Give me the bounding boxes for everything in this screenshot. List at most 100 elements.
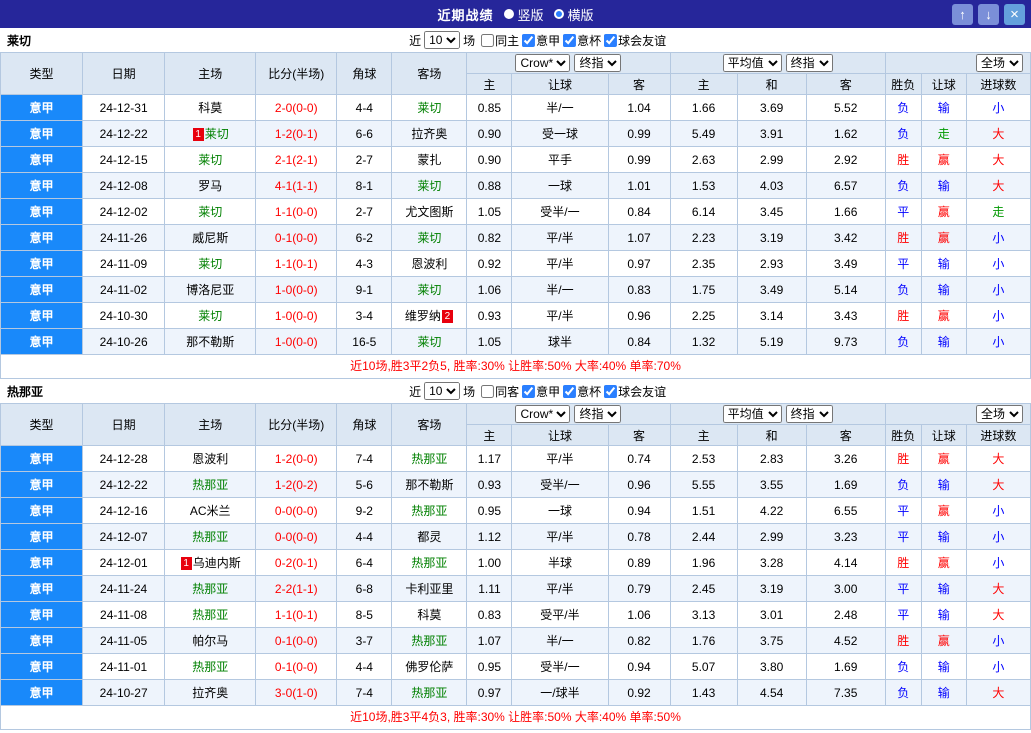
- home-team-link[interactable]: 拉齐奥: [192, 686, 228, 700]
- scroll-up-button[interactable]: ↑: [952, 3, 973, 25]
- scope-select[interactable]: 全场: [976, 54, 1023, 72]
- away-team-link[interactable]: 莱切: [417, 231, 441, 245]
- league-cell[interactable]: 意甲: [0, 302, 84, 329]
- euro-stage-select[interactable]: 终指: [785, 405, 833, 423]
- goals-result-cell: 小: [965, 523, 1031, 550]
- away-team-link[interactable]: 热那亚: [411, 634, 447, 648]
- average-select[interactable]: 平均值: [722, 54, 782, 72]
- euro-odds-cell: 3.28: [736, 549, 807, 576]
- home-team-link[interactable]: 乌迪内斯: [193, 556, 241, 570]
- handicap-result-cell: 输: [920, 328, 967, 355]
- home-team-link[interactable]: 恩波利: [192, 452, 228, 466]
- home-team-link[interactable]: 帕尔马: [192, 634, 228, 648]
- bookmaker-select[interactable]: Crow*: [515, 405, 571, 423]
- away-team-link[interactable]: 莱切: [417, 101, 441, 115]
- league-cell[interactable]: 意甲: [0, 471, 84, 498]
- match-count-select[interactable]: 10: [424, 31, 461, 49]
- home-team-link[interactable]: 热那亚: [192, 530, 228, 544]
- home-team-link[interactable]: 热那亚: [192, 608, 228, 622]
- league-cell[interactable]: 意甲: [0, 146, 84, 173]
- layout-option-horizontal[interactable]: 横版: [553, 5, 594, 24]
- away-team-link[interactable]: 热那亚: [411, 686, 447, 700]
- filter-checkbox-wrapper[interactable]: 意甲: [522, 32, 560, 49]
- wdl-result-cell: 胜: [884, 302, 922, 329]
- league-cell[interactable]: 意甲: [0, 523, 84, 550]
- column-header: 比分(半场): [255, 52, 338, 95]
- league-cell[interactable]: 意甲: [0, 549, 84, 576]
- filter-checkbox-wrapper[interactable]: 同主: [481, 32, 519, 49]
- filter-checkbox[interactable]: [481, 33, 495, 47]
- away-team-link[interactable]: 恩波利: [411, 257, 447, 271]
- filter-checkbox[interactable]: [563, 384, 577, 398]
- away-team-link[interactable]: 拉齐奥: [411, 127, 447, 141]
- away-team-link[interactable]: 热那亚: [411, 452, 447, 466]
- filter-checkbox-wrapper[interactable]: 球会友谊: [604, 383, 666, 400]
- bookmaker-select[interactable]: Crow*: [515, 54, 571, 72]
- scroll-down-button[interactable]: ↓: [978, 3, 999, 25]
- away-team-link[interactable]: 卡利亚里: [405, 582, 453, 596]
- asian-odds-cell: 0.82: [466, 224, 513, 251]
- league-cell[interactable]: 意甲: [0, 172, 84, 199]
- away-team-link[interactable]: 莱切: [417, 335, 441, 349]
- home-team-link[interactable]: 莱切: [198, 309, 222, 323]
- league-cell[interactable]: 意甲: [0, 94, 84, 121]
- league-cell[interactable]: 意甲: [0, 497, 84, 524]
- home-team-link[interactable]: 热那亚: [192, 660, 228, 674]
- home-team-link[interactable]: 莱切: [205, 127, 229, 141]
- layout-option-vertical[interactable]: 竖版: [503, 5, 544, 24]
- home-team-link[interactable]: 威尼斯: [192, 231, 228, 245]
- league-cell[interactable]: 意甲: [0, 445, 84, 472]
- home-team-link[interactable]: 热那亚: [192, 582, 228, 596]
- filter-checkbox[interactable]: [604, 384, 618, 398]
- home-team-link[interactable]: AC米兰: [190, 504, 231, 518]
- home-team-link[interactable]: 莱切: [198, 153, 222, 167]
- away-team-link[interactable]: 莱切: [417, 283, 441, 297]
- home-team-link[interactable]: 莱切: [198, 205, 222, 219]
- away-team-link[interactable]: 热那亚: [411, 504, 447, 518]
- scope-select[interactable]: 全场: [976, 405, 1023, 423]
- filter-checkbox[interactable]: [522, 384, 536, 398]
- league-cell[interactable]: 意甲: [0, 653, 84, 680]
- away-team-link[interactable]: 佛罗伦萨: [405, 660, 453, 674]
- filter-checkbox-wrapper[interactable]: 球会友谊: [604, 32, 666, 49]
- date-cell: 24-10-26: [82, 328, 166, 355]
- away-team-link[interactable]: 莱切: [417, 179, 441, 193]
- home-team-link[interactable]: 那不勒斯: [186, 335, 234, 349]
- home-team-link[interactable]: 科莫: [198, 101, 222, 115]
- average-select[interactable]: 平均值: [722, 405, 782, 423]
- league-cell[interactable]: 意甲: [0, 575, 84, 602]
- league-cell[interactable]: 意甲: [0, 250, 84, 277]
- away-team-link[interactable]: 那不勒斯: [405, 478, 453, 492]
- filter-checkbox[interactable]: [481, 384, 495, 398]
- league-cell[interactable]: 意甲: [0, 276, 84, 303]
- close-icon[interactable]: ×: [1004, 3, 1025, 25]
- away-team-link[interactable]: 蒙扎: [417, 153, 441, 167]
- filter-checkbox-wrapper[interactable]: 同客: [481, 383, 519, 400]
- away-team-link[interactable]: 科莫: [417, 608, 441, 622]
- filter-checkbox[interactable]: [604, 33, 618, 47]
- away-team-link[interactable]: 尤文图斯: [405, 205, 453, 219]
- away-team-link[interactable]: 都灵: [417, 530, 441, 544]
- euro-stage-select[interactable]: 终指: [785, 54, 833, 72]
- league-cell[interactable]: 意甲: [0, 627, 84, 654]
- home-team-link[interactable]: 罗马: [198, 179, 222, 193]
- away-team-link[interactable]: 热那亚: [411, 556, 447, 570]
- filter-checkbox[interactable]: [522, 33, 536, 47]
- league-cell[interactable]: 意甲: [0, 601, 84, 628]
- away-team-link[interactable]: 维罗纳: [405, 309, 441, 323]
- home-team-link[interactable]: 热那亚: [192, 478, 228, 492]
- asian-stage-select[interactable]: 终指: [574, 405, 622, 423]
- filter-checkbox-wrapper[interactable]: 意甲: [522, 383, 560, 400]
- home-team-link[interactable]: 莱切: [198, 257, 222, 271]
- home-team-link[interactable]: 博洛尼亚: [186, 283, 234, 297]
- league-cell[interactable]: 意甲: [0, 224, 84, 251]
- filter-checkbox-wrapper[interactable]: 意杯: [563, 32, 601, 49]
- league-cell[interactable]: 意甲: [0, 120, 84, 147]
- filter-checkbox[interactable]: [563, 33, 577, 47]
- filter-checkbox-wrapper[interactable]: 意杯: [563, 383, 601, 400]
- asian-stage-select[interactable]: 终指: [574, 54, 622, 72]
- league-cell[interactable]: 意甲: [0, 679, 84, 706]
- match-count-select[interactable]: 10: [424, 382, 461, 400]
- league-cell[interactable]: 意甲: [0, 328, 84, 355]
- league-cell[interactable]: 意甲: [0, 198, 84, 225]
